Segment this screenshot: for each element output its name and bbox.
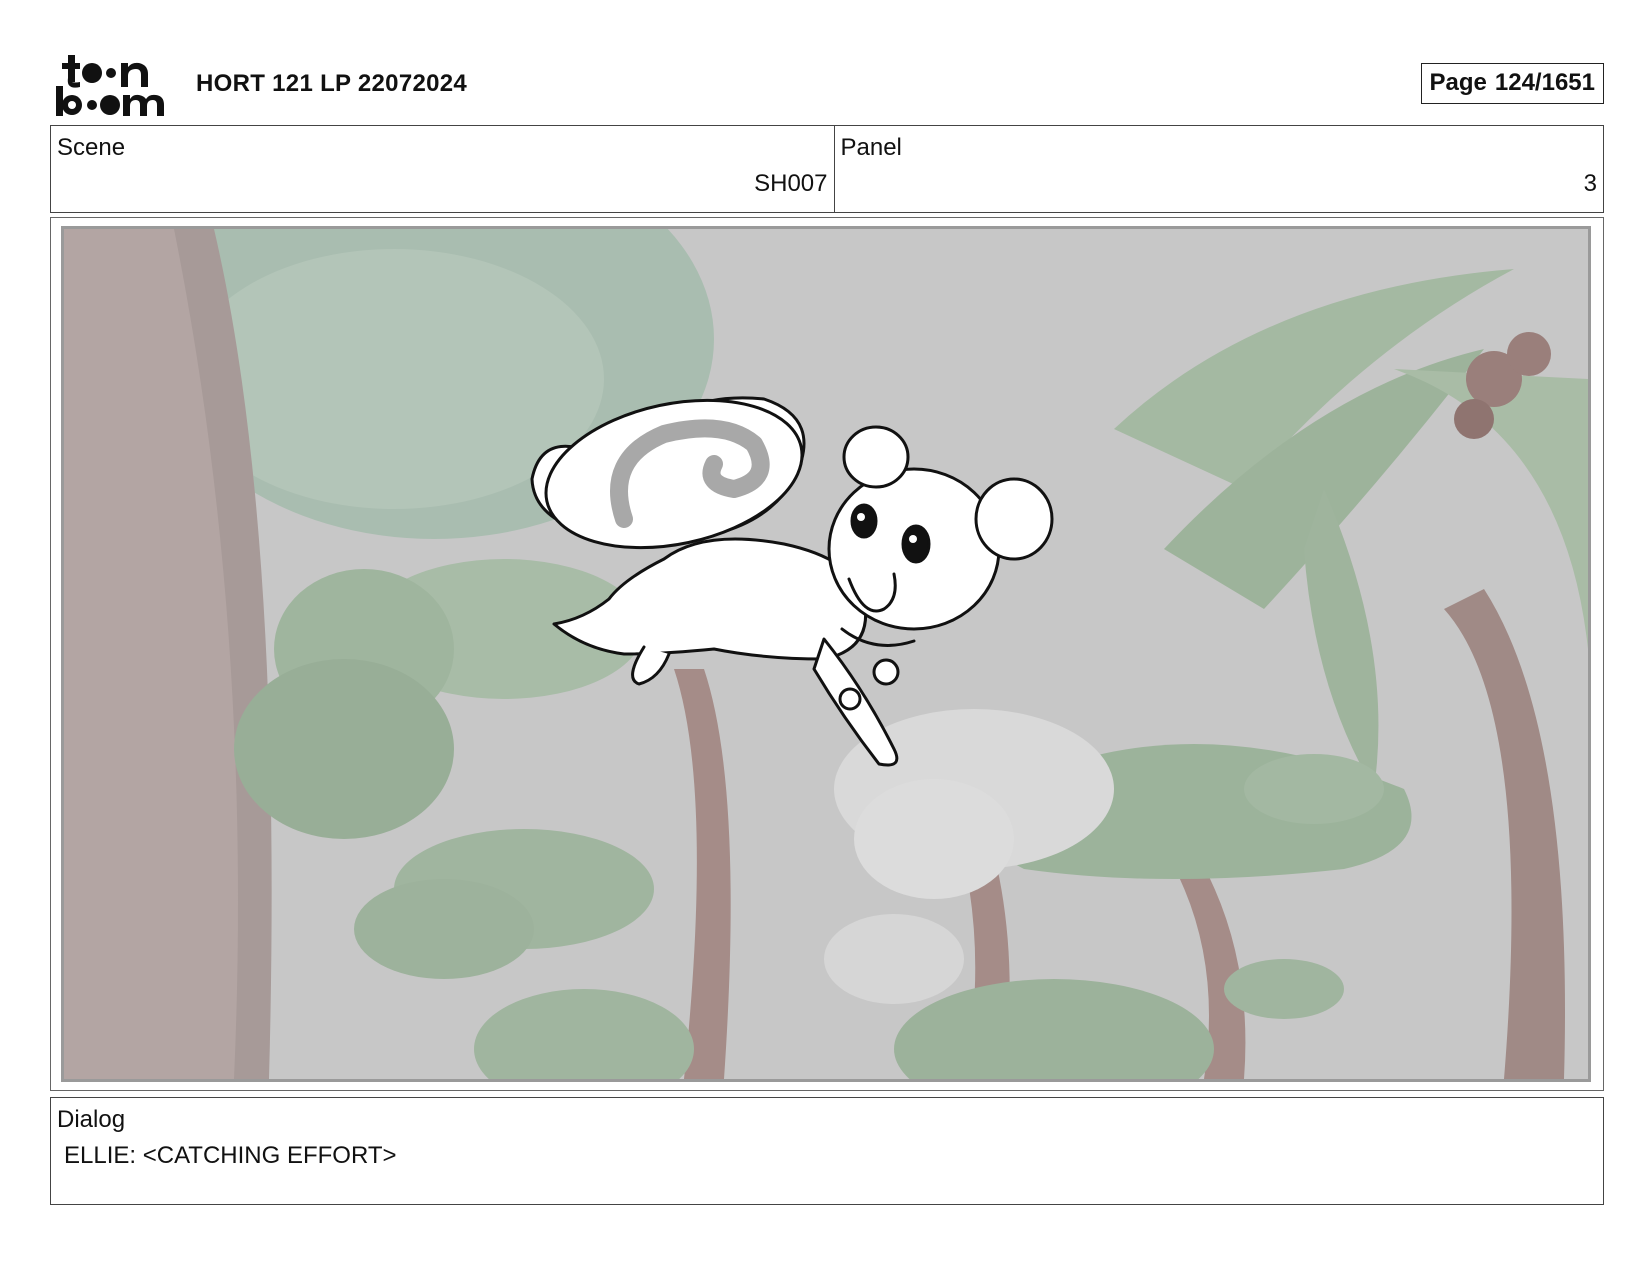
scene-label: Scene — [57, 134, 126, 161]
panel-cell: Panel 3 — [835, 126, 1604, 212]
panel-label: Panel — [840, 134, 902, 161]
document-title: HORT 121 LP 22072024 — [196, 70, 468, 97]
toon-boom-logo — [56, 55, 164, 116]
jungle-scene-illustration — [64, 229, 1588, 1079]
dialog-box: Dialog ELLIE: <CATCHING EFFORT> — [50, 1097, 1604, 1205]
storyboard-panel-image — [61, 226, 1591, 1082]
page-number: 124/1651 — [1494, 69, 1595, 96]
dialog-label: Dialog — [57, 1106, 126, 1133]
panel-frame — [50, 217, 1604, 1091]
dialog-text: ELLIE: <CATCHING EFFORT> — [64, 1142, 397, 1169]
page-label: Page — [1429, 69, 1487, 96]
page-indicator: Page 124/1651 — [1420, 63, 1604, 104]
scene-value: SH007 — [754, 170, 828, 197]
panel-value: 3 — [1583, 170, 1597, 197]
scene-panel-info: Scene SH007 Panel 3 — [50, 125, 1604, 213]
scene-cell: Scene SH007 — [51, 126, 835, 212]
